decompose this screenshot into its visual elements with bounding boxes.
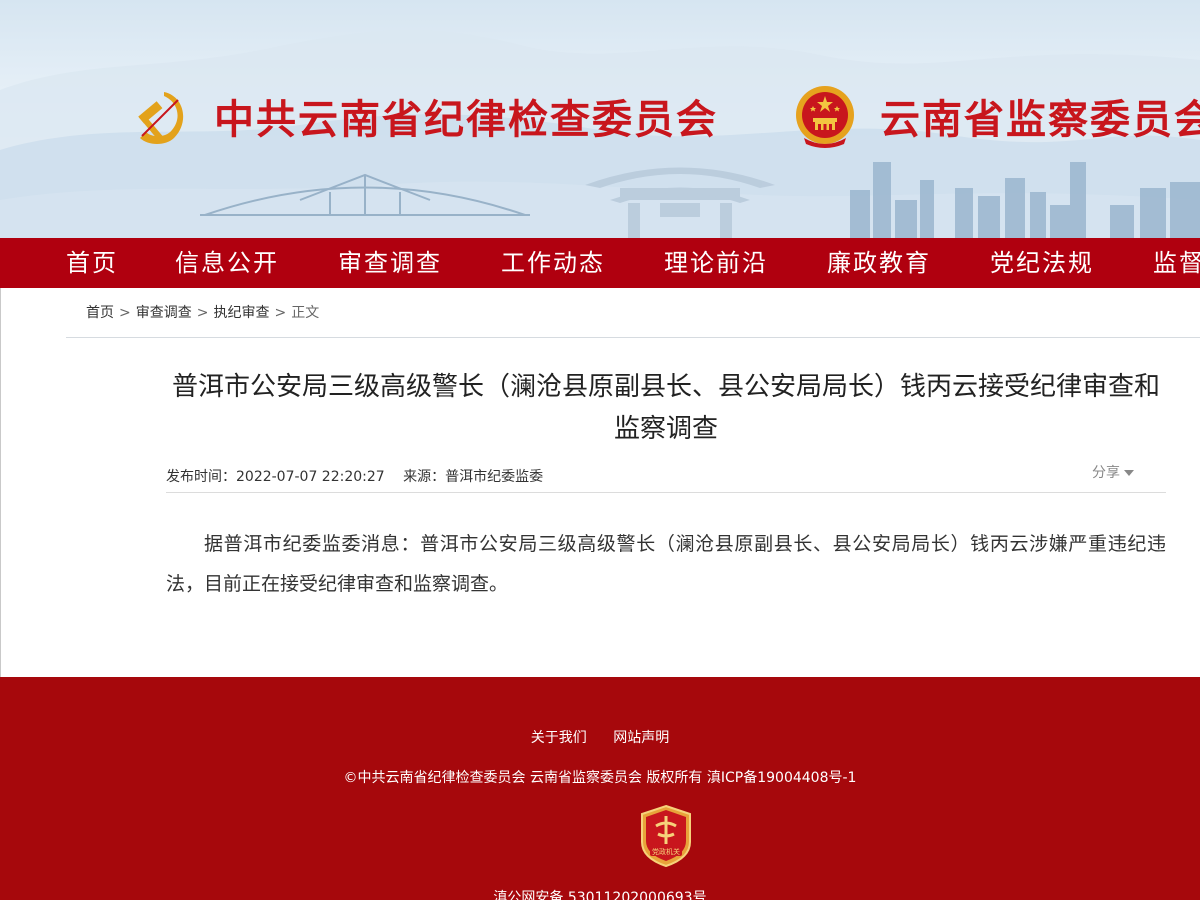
source-label: 来源： xyxy=(403,469,446,485)
publish-time-label: 发布时间： xyxy=(166,469,236,485)
publish-time-value: 2022-07-07 22:20:27 xyxy=(236,469,385,485)
chevron-down-icon xyxy=(1124,470,1134,476)
nav-item-work-news[interactable]: 工作动态 xyxy=(501,238,605,288)
article-title: 普洱市公安局三级高级警长（澜沧县原副县长、县公安局局长）钱丙云接受纪律审查和监察… xyxy=(171,372,1160,444)
national-emblem-icon xyxy=(796,86,854,148)
breadcrumb-divider xyxy=(66,337,1200,338)
meta-divider xyxy=(166,492,1166,493)
header-banner: 中共云南省纪律检查委员会 云南省监察委员会 xyxy=(0,0,1200,238)
breadcrumb-separator: > xyxy=(119,305,131,321)
footer-links: 关于我们 网站声明 xyxy=(0,727,1200,747)
breadcrumb-current: 正文 xyxy=(291,305,320,321)
breadcrumb-separator: > xyxy=(274,305,287,321)
source-value: 普洱市纪委监委 xyxy=(445,469,544,485)
article-source: 来源：普洱市纪委监委 xyxy=(403,469,543,485)
footer-link-about[interactable]: 关于我们 xyxy=(531,730,587,746)
breadcrumb-discipline-review[interactable]: 执纪审查 xyxy=(213,305,269,321)
nav-item-info-disclosure[interactable]: 信息公开 xyxy=(175,238,279,288)
header-title-supervision-commission: 云南省监察委员会 xyxy=(880,97,1200,143)
article-body: 据普洱市纪委监委消息：普洱市公安局三级高级警长（澜沧县原副县长、县公安局局长）钱… xyxy=(166,533,1166,595)
nav-item-party-regulations[interactable]: 党纪法规 xyxy=(990,238,1094,288)
breadcrumb: 首页 > 审查调查 > 执纪审查 > 正文 xyxy=(86,302,319,322)
share-label: 分享 xyxy=(1092,465,1120,481)
nav-item-home[interactable]: 首页 xyxy=(66,238,118,288)
footer: 关于我们 网站声明 ©中共云南省纪律检查委员会 云南省监察委员会 版权所有 滇I… xyxy=(0,677,1200,900)
footer-icp: 滇公网安备 53011202000693号 xyxy=(493,890,707,900)
breadcrumb-separator: > xyxy=(196,305,209,321)
header-title-discipline-commission: 中共云南省纪律检查委员会 xyxy=(214,97,718,143)
article-meta: 发布时间：2022-07-07 22:20:27 来源：普洱市纪委监委 xyxy=(166,466,557,486)
nav-item-investigation[interactable]: 审查调查 xyxy=(338,238,442,288)
footer-link-statement[interactable]: 网站声明 xyxy=(613,730,669,746)
publish-time: 发布时间：2022-07-07 22:20:27 xyxy=(166,469,385,485)
footer-copyright: ©中共云南省纪律检查委员会 云南省监察委员会 版权所有 滇ICP备1900440… xyxy=(343,770,857,786)
nav-item-theory[interactable]: 理论前沿 xyxy=(664,238,768,288)
content-left-border xyxy=(0,288,1,677)
breadcrumb-investigation[interactable]: 审查调查 xyxy=(136,305,192,321)
nav-item-supervision[interactable]: 监督 xyxy=(1153,238,1200,288)
nav-item-integrity-education[interactable]: 廉政教育 xyxy=(827,238,931,288)
breadcrumb-home[interactable]: 首页 xyxy=(86,305,114,321)
svg-text:党政机关: 党政机关 xyxy=(652,847,680,856)
party-government-badge-icon[interactable]: 党政机关 xyxy=(640,804,692,868)
main-nav: 首页 信息公开 审查调查 工作动态 理论前沿 廉政教育 党纪法规 监督 xyxy=(0,238,1200,288)
share-button[interactable]: 分享 xyxy=(1092,462,1134,482)
hammer-sickle-icon xyxy=(138,92,184,144)
